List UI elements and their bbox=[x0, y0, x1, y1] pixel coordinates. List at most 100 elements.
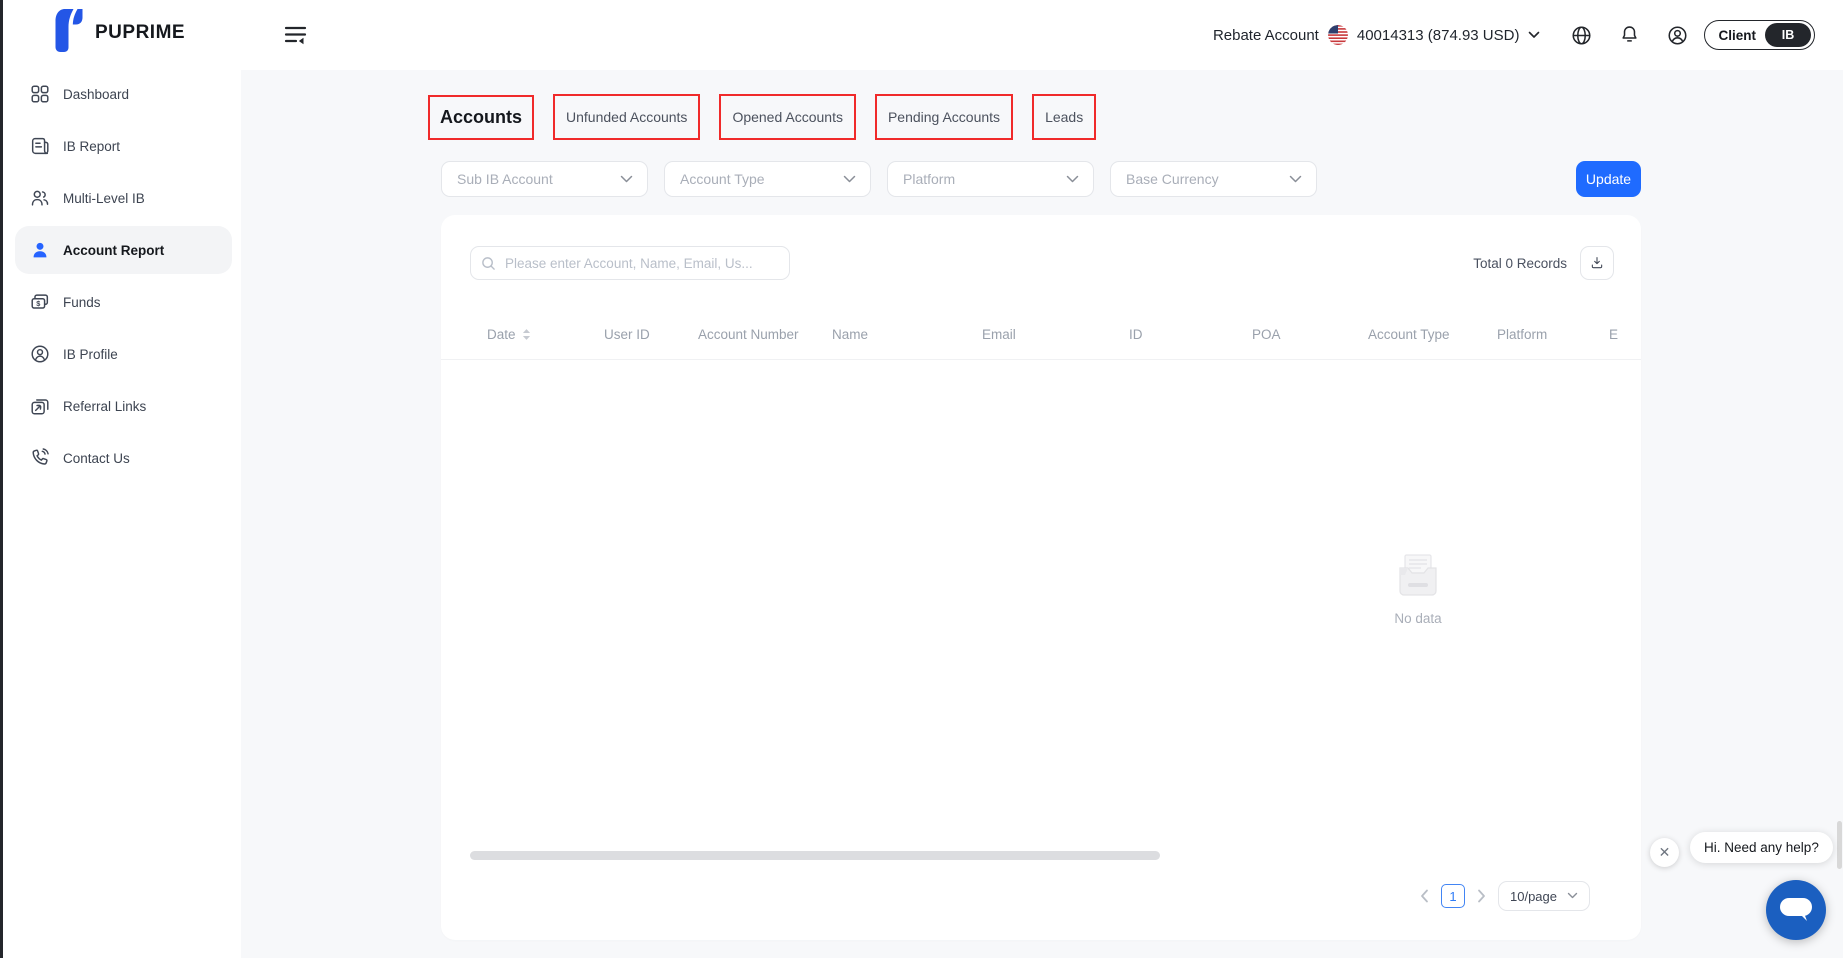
table-header-row: Date User ID Account Number Name Email I… bbox=[441, 310, 1641, 360]
sidebar-nav: Dashboard IB Report Multi-L bbox=[15, 70, 232, 486]
empty-box-icon bbox=[1395, 584, 1441, 601]
sidebar: PUPRIME Dashboard IB Report bbox=[0, 0, 241, 958]
scrollbar-thumb[interactable] bbox=[1837, 821, 1842, 869]
select-placeholder: Platform bbox=[903, 171, 955, 187]
chat-bubble-icon bbox=[1779, 896, 1813, 924]
chat-tooltip[interactable]: Hi. Need any help? bbox=[1690, 832, 1833, 863]
sidebar-item-label: Referral Links bbox=[63, 399, 146, 414]
accounts-table-card: Total 0 Records Date bbox=[441, 215, 1641, 940]
role-toggle[interactable]: Client IB bbox=[1704, 20, 1815, 50]
brand-name: PUPRIME bbox=[95, 22, 185, 44]
role-ib-pill[interactable]: IB bbox=[1765, 23, 1811, 47]
chevron-down-icon bbox=[1289, 175, 1302, 184]
page-number-button[interactable]: 1 bbox=[1441, 884, 1465, 908]
sidebar-item-label: Contact Us bbox=[63, 451, 130, 466]
sidebar-item-label: IB Report bbox=[63, 139, 120, 154]
topbar: Rebate Account 40 bbox=[241, 0, 1843, 70]
sidebar-item-contact-us[interactable]: Contact Us bbox=[15, 434, 232, 482]
sidebar-item-funds[interactable]: $ Funds bbox=[15, 278, 232, 326]
select-placeholder: Sub IB Account bbox=[457, 171, 553, 187]
page-size-label: 10/page bbox=[1510, 889, 1557, 904]
page-size-select[interactable]: 10/page bbox=[1498, 881, 1590, 911]
chevron-down-icon bbox=[1528, 31, 1540, 39]
sidebar-item-label: Account Report bbox=[63, 243, 164, 258]
tab-opened-accounts[interactable]: Opened Accounts bbox=[719, 94, 856, 140]
sidebar-item-label: Dashboard bbox=[63, 87, 129, 102]
account-switcher[interactable]: Rebate Account 40 bbox=[1213, 25, 1541, 45]
column-header-platform: Platform bbox=[1497, 327, 1609, 342]
account-number: 40014313 (874.93 USD) bbox=[1357, 27, 1520, 44]
account-type-select[interactable]: Account Type bbox=[664, 161, 871, 197]
tab-unfunded-accounts[interactable]: Unfunded Accounts bbox=[553, 94, 700, 140]
chevron-down-icon bbox=[1567, 892, 1578, 900]
tab-accounts[interactable]: Accounts bbox=[428, 95, 534, 140]
sidebar-item-multi-level-ib[interactable]: Multi-Level IB bbox=[15, 174, 232, 222]
empty-state: No data bbox=[1378, 553, 1458, 626]
tabs-bar: Accounts Unfunded Accounts Opened Accoun… bbox=[428, 94, 1115, 140]
search-input[interactable] bbox=[503, 255, 779, 272]
sidebar-item-label: IB Profile bbox=[63, 347, 118, 362]
chat-launcher-button[interactable] bbox=[1766, 880, 1826, 940]
brand-logo[interactable]: PUPRIME bbox=[51, 8, 185, 57]
chevron-down-icon bbox=[843, 175, 856, 184]
empty-state-text: No data bbox=[1378, 611, 1458, 626]
role-client-label[interactable]: Client bbox=[1718, 28, 1756, 43]
horizontal-scrollbar-thumb[interactable] bbox=[470, 851, 1160, 860]
main-content: Accounts Unfunded Accounts Opened Accoun… bbox=[241, 70, 1843, 958]
prev-page-icon[interactable] bbox=[1420, 889, 1429, 903]
sub-ib-account-select[interactable]: Sub IB Account bbox=[441, 161, 648, 197]
column-header-poa: POA bbox=[1252, 327, 1368, 342]
sidebar-item-dashboard[interactable]: Dashboard bbox=[15, 70, 232, 118]
chat-close-button[interactable]: ✕ bbox=[1650, 838, 1679, 867]
platform-select[interactable]: Platform bbox=[887, 161, 1094, 197]
download-icon bbox=[1589, 255, 1605, 271]
svg-text:$: $ bbox=[36, 299, 40, 308]
download-button[interactable] bbox=[1580, 246, 1614, 280]
tab-pending-accounts[interactable]: Pending Accounts bbox=[875, 94, 1013, 140]
banknotes-icon: $ bbox=[29, 291, 51, 313]
account-type-label: Rebate Account bbox=[1213, 27, 1319, 44]
next-page-icon[interactable] bbox=[1477, 889, 1486, 903]
report-icon bbox=[29, 135, 51, 157]
update-button[interactable]: Update bbox=[1576, 161, 1641, 197]
bell-icon[interactable] bbox=[1618, 24, 1641, 47]
grid-icon bbox=[29, 83, 51, 105]
pagination: 1 10/page bbox=[1420, 881, 1590, 911]
column-header-date[interactable]: Date bbox=[487, 327, 604, 342]
select-placeholder: Account Type bbox=[680, 171, 765, 187]
records-row: Total 0 Records bbox=[1473, 246, 1614, 280]
column-header-clipped: E bbox=[1609, 327, 1641, 342]
topbar-right: Rebate Account 40 bbox=[1213, 0, 1815, 70]
base-currency-select[interactable]: Base Currency bbox=[1110, 161, 1317, 197]
phone-icon bbox=[29, 447, 51, 469]
search-box bbox=[470, 246, 790, 280]
column-header-account-number: Account Number bbox=[698, 327, 832, 342]
column-header-email: Email bbox=[982, 327, 1129, 342]
filters-row: Sub IB Account Account Type Platform Bas… bbox=[441, 161, 1317, 197]
tab-leads[interactable]: Leads bbox=[1032, 94, 1096, 140]
chevron-down-icon bbox=[1066, 175, 1079, 184]
us-flag-icon bbox=[1328, 25, 1348, 45]
sort-icon[interactable] bbox=[522, 328, 531, 341]
globe-icon[interactable] bbox=[1570, 24, 1593, 47]
sidebar-item-label: Multi-Level IB bbox=[63, 191, 145, 206]
column-header-account-type: Account Type bbox=[1368, 327, 1497, 342]
sidebar-item-ib-profile[interactable]: IB Profile bbox=[15, 330, 232, 378]
sidebar-item-ib-report[interactable]: IB Report bbox=[15, 122, 232, 170]
person-icon bbox=[29, 239, 51, 261]
link-icon bbox=[29, 395, 51, 417]
column-header-id: ID bbox=[1129, 327, 1252, 342]
sidebar-item-account-report[interactable]: Account Report bbox=[15, 226, 232, 274]
chevron-down-icon bbox=[620, 175, 633, 184]
user-circle-icon[interactable] bbox=[1666, 24, 1689, 47]
search-icon bbox=[481, 256, 496, 271]
collapse-menu-icon[interactable] bbox=[283, 24, 308, 50]
sidebar-item-referral-links[interactable]: Referral Links bbox=[15, 382, 232, 430]
people-icon bbox=[29, 187, 51, 209]
puprime-logo-icon bbox=[51, 8, 87, 57]
select-placeholder: Base Currency bbox=[1126, 171, 1219, 187]
total-records-label: Total 0 Records bbox=[1473, 256, 1567, 271]
profile-badge-icon bbox=[29, 343, 51, 365]
column-header-name: Name bbox=[832, 327, 982, 342]
column-header-user-id: User ID bbox=[604, 327, 698, 342]
